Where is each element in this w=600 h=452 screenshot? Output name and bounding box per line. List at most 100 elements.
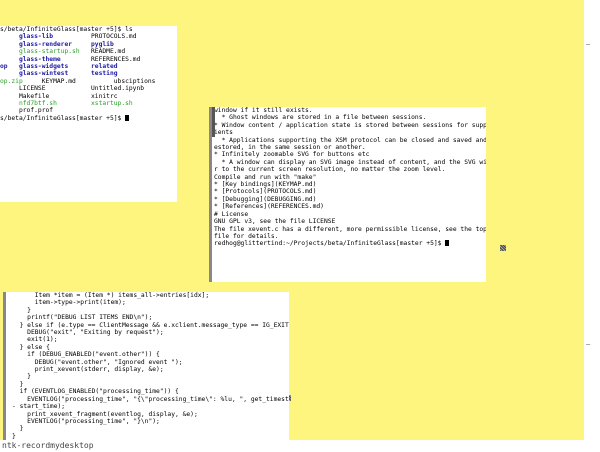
terminal-text: pyglib bbox=[91, 40, 114, 48]
terminal-line: * [Key bindings](KEYMAP.md) bbox=[214, 181, 486, 188]
terminal-line: print_xevent(stderr, display, &e); bbox=[12, 366, 289, 373]
terminal-line: glass-startup.sh README.md bbox=[0, 48, 177, 55]
terminal-text: REFERENCES.md bbox=[91, 55, 141, 63]
terminal-line: * Applications supporting the XSM protoc… bbox=[214, 137, 486, 144]
terminal-text: glass-theme bbox=[0, 55, 91, 63]
terminal-line: * A window can display an SVG image inst… bbox=[214, 159, 486, 166]
terminal-text: The file xevent.c has a different, more … bbox=[214, 225, 486, 233]
text-cursor bbox=[445, 240, 450, 247]
terminal-text: op bbox=[0, 63, 19, 71]
terminal-text: glass-widgets bbox=[18, 63, 91, 71]
terminal-text: } bbox=[12, 425, 24, 433]
terminal-window-readme[interactable]: window if it still exists. * Ghost windo… bbox=[209, 107, 486, 282]
terminal-text: if (DEBUG_ENABLED("event.other")) { bbox=[12, 351, 160, 359]
terminal-line: DEBUG("event.other", "Ignored event "); bbox=[12, 359, 289, 366]
terminal-text: DEBUG("event.other", "Ignored event "); bbox=[12, 358, 183, 366]
terminal-line: file for details. bbox=[214, 233, 486, 240]
terminal-text: EVENTLOG("processing_time", "{\"processi… bbox=[12, 395, 289, 403]
terminal-text: * [Protocols](PROTOCOLS.md) bbox=[214, 188, 317, 196]
terminal-ls-output: s/beta/InfiniteGlass[master +5]$ ls glas… bbox=[0, 26, 177, 122]
terminal-code-output: Item *item = (Item *) items_all->entries… bbox=[6, 292, 289, 440]
terminal-text: op.zip bbox=[0, 77, 23, 85]
terminal-text: s/beta/InfiniteGlass[master +5]$ ls bbox=[0, 26, 133, 33]
terminal-text: printf("DEBUG LIST ITEMS END\n"); bbox=[12, 314, 153, 322]
terminal-line: GNU GPL v3, see the file LICENSE bbox=[214, 218, 486, 225]
terminal-text: * Infinitely zoomable SVG for buttons et… bbox=[214, 151, 370, 159]
terminal-line: redhog@glittertind:~/Projects/beta/Infin… bbox=[214, 240, 486, 247]
terminal-text: if (EVENTLOG_ENABLED("processing_time"))… bbox=[12, 388, 179, 396]
terminal-text: * [Key bindings](KEYMAP.md) bbox=[214, 181, 317, 189]
terminal-line: EVENTLOG("processing_time", "{\"processi… bbox=[12, 396, 289, 403]
terminal-text: DEBUG("exit", "Exiting by request"); bbox=[12, 329, 164, 337]
terminal-text: glass-renderer bbox=[0, 40, 91, 48]
terminal-line: Makefile xinitrc bbox=[0, 93, 177, 100]
terminal-line: } bbox=[12, 373, 289, 380]
right-edge-strip: — — bbox=[584, 0, 600, 452]
resize-handle-icon[interactable] bbox=[500, 245, 506, 251]
terminal-text: item->type->print(item); bbox=[12, 299, 126, 307]
terminal-text: EVENTLOG("processing_time", "}\n"); bbox=[12, 417, 160, 425]
terminal-line: if (DEBUG_ENABLED("event.other")) { bbox=[12, 351, 289, 358]
terminal-line: } else if (e.type == ClientMessage && e.… bbox=[12, 322, 289, 329]
terminal-line: } bbox=[12, 307, 289, 314]
terminal-line: nfd7btf.sh xstartup.sh bbox=[0, 100, 177, 107]
terminal-text: GNU GPL v3, see the file LICENSE bbox=[214, 218, 336, 226]
terminal-line: - start_time); bbox=[12, 403, 289, 410]
terminal-text: ients bbox=[214, 129, 233, 137]
terminal-window-code[interactable]: Item *item = (Item *) items_all->entries… bbox=[3, 292, 289, 442]
bottom-strip: ntk-recordmydesktop bbox=[0, 440, 600, 452]
terminal-text: } else { bbox=[12, 343, 50, 351]
text-cursor bbox=[125, 114, 130, 121]
terminal-line: * Ghost windows are stored in a file bet… bbox=[214, 114, 486, 121]
terminal-text: Item *item = (Item *) items_all->entries… bbox=[12, 292, 210, 299]
terminal-line: The file xevent.c has a different, more … bbox=[214, 226, 486, 233]
terminal-text: * [References](REFERENCES.md) bbox=[214, 203, 324, 211]
terminal-line: LICENSE Untitled.ipynb bbox=[0, 85, 177, 92]
terminal-text: } else if (e.type == ClientMessage && e.… bbox=[12, 321, 289, 329]
terminal-text: testing bbox=[91, 70, 118, 78]
terminal-text: glass-startup.sh bbox=[0, 48, 91, 56]
terminal-text: README.md bbox=[91, 48, 126, 56]
terminal-line: if (EVENTLOG_ENABLED("processing_time"))… bbox=[12, 388, 289, 395]
terminal-line: * Infinitely zoomable SVG for buttons et… bbox=[214, 151, 486, 158]
terminal-line: exit(1); bbox=[12, 336, 289, 343]
terminal-text: } bbox=[12, 380, 24, 388]
terminal-text: PROTOCOLS.md bbox=[91, 33, 137, 41]
terminal-line: * [Protocols](PROTOCOLS.md) bbox=[214, 188, 486, 195]
terminal-text: * Ghost windows are stored in a file bet… bbox=[214, 114, 427, 122]
terminal-line: op.zip KEYMAP.md ubsciptions bbox=[0, 78, 177, 85]
terminal-readme-output: window if it still exists. * Ghost windo… bbox=[212, 107, 486, 248]
scrollbar[interactable] bbox=[212, 107, 215, 137]
terminal-line: glass-theme REFERENCES.md bbox=[0, 56, 177, 63]
terminal-line: } bbox=[12, 381, 289, 388]
terminal-text: r to the current screen resolution, no m… bbox=[214, 166, 446, 174]
terminal-window-ls[interactable]: s/beta/InfiniteGlass[master +5]$ ls glas… bbox=[0, 26, 177, 202]
terminal-line: print_xevent_fragment(eventlog, display,… bbox=[12, 411, 289, 418]
terminal-text: print_xevent_fragment(eventlog, display,… bbox=[12, 410, 198, 418]
terminal-line: prof.prof bbox=[0, 107, 177, 114]
terminal-text: exit(1); bbox=[12, 336, 58, 344]
terminal-text: Compile and run with "make" bbox=[214, 173, 317, 181]
terminal-line: estored, in the same session or another. bbox=[214, 144, 486, 151]
terminal-line: * [References](REFERENCES.md) bbox=[214, 203, 486, 210]
terminal-line: * Window content / application state is … bbox=[214, 122, 486, 129]
desktop: — — s/beta/InfiniteGlass[master +5]$ ls … bbox=[0, 0, 600, 452]
terminal-line: EVENTLOG("processing_time", "}\n"); bbox=[12, 418, 289, 425]
bottom-text: ntk-recordmydesktop bbox=[2, 441, 94, 450]
terminal-line: printf("DEBUG LIST ITEMS END\n"); bbox=[12, 314, 289, 321]
terminal-line: } bbox=[12, 433, 289, 440]
terminal-line: ients bbox=[214, 129, 486, 136]
terminal-text: * Applications supporting the XSM protoc… bbox=[221, 136, 486, 144]
terminal-text: } bbox=[12, 306, 31, 314]
terminal-line: } bbox=[12, 425, 289, 432]
terminal-text: } bbox=[12, 373, 31, 381]
terminal-text: # License bbox=[214, 210, 249, 218]
terminal-text: file for details. bbox=[214, 232, 279, 240]
terminal-line: window if it still exists. bbox=[214, 107, 486, 114]
terminal-text: s/beta/InfiniteGlass[master +5]$ bbox=[0, 114, 126, 122]
terminal-line: Item *item = (Item *) items_all->entries… bbox=[12, 292, 289, 299]
terminal-text: nfd7btf.sh bbox=[0, 100, 91, 108]
terminal-line: Compile and run with "make" bbox=[214, 174, 486, 181]
terminal-text: xstartup.sh bbox=[91, 100, 133, 108]
terminal-text: * A window can display an SVG image inst… bbox=[221, 158, 486, 166]
